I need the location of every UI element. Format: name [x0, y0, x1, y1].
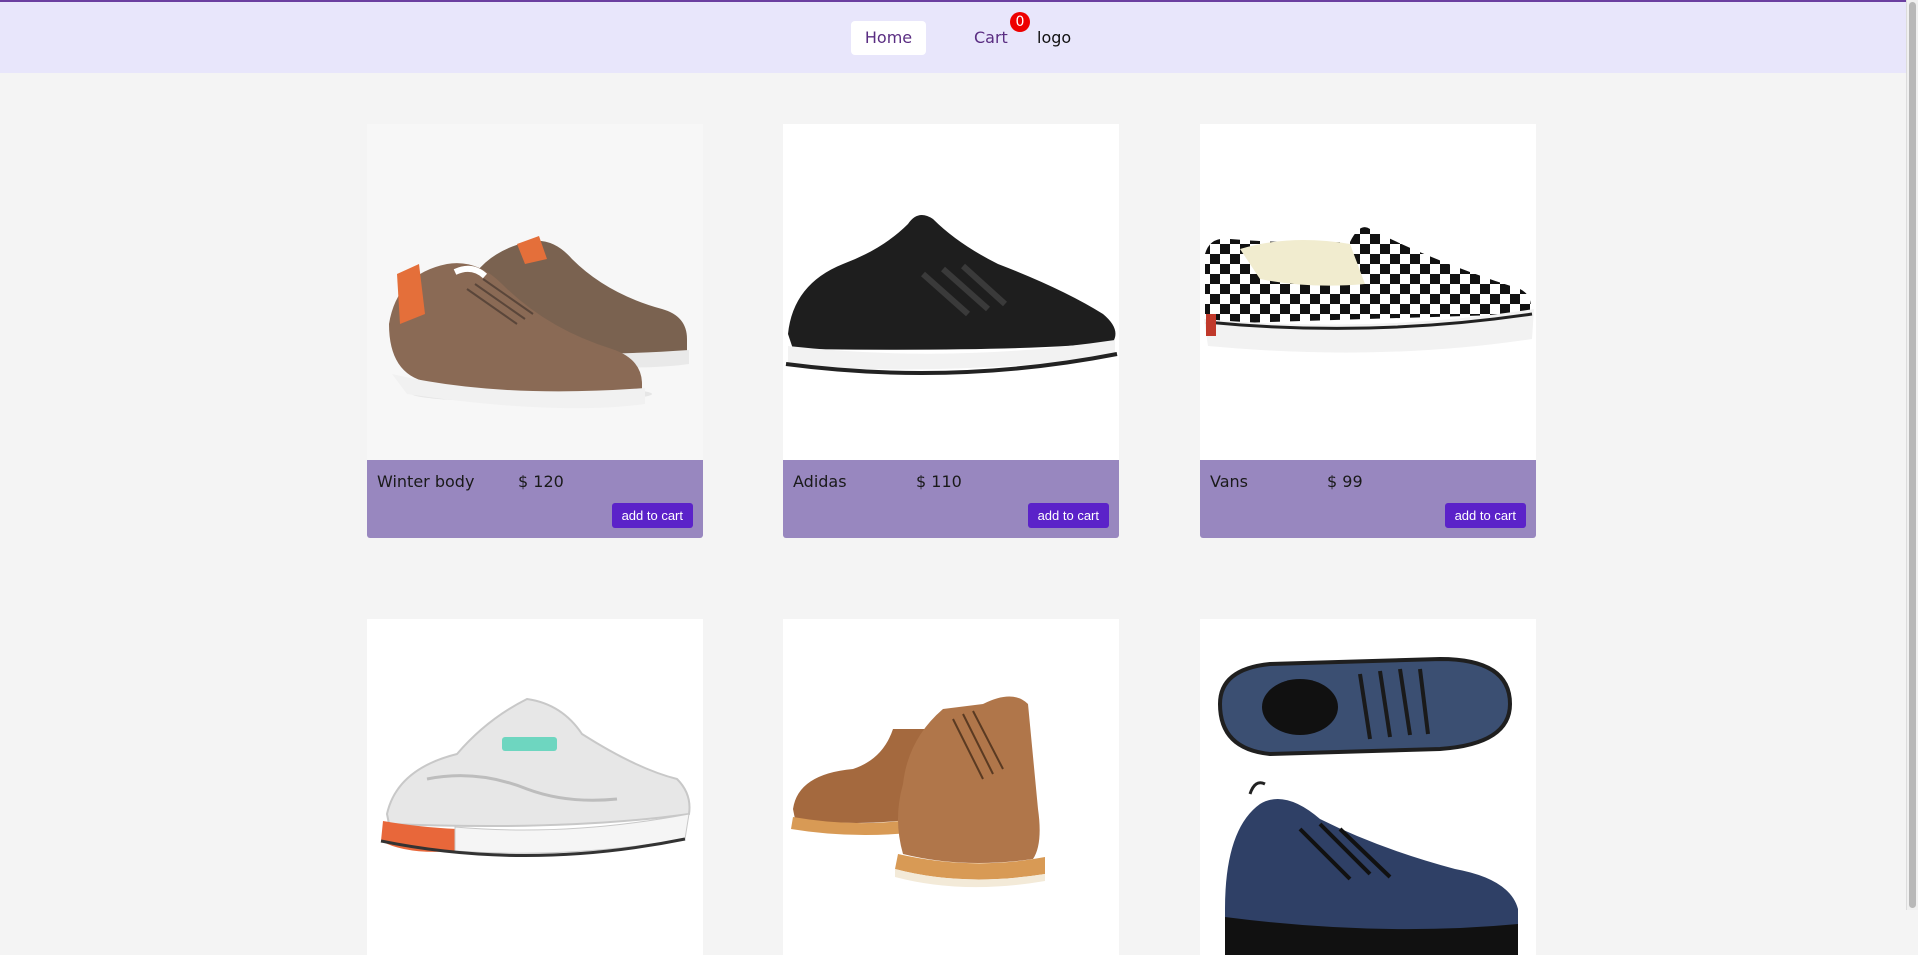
product-image-blue-knit-shoes[interactable]	[1200, 619, 1536, 955]
product-image-black-running-shoe[interactable]	[783, 124, 1119, 460]
nav-cart-link[interactable]: Cart	[974, 21, 1008, 55]
add-to-cart-button[interactable]: add to cart	[611, 503, 693, 528]
product-card: Adidas $ 110 add to cart	[783, 124, 1119, 538]
vertical-scrollbar[interactable]	[1906, 0, 1918, 910]
product-image-brown-leather-boots[interactable]	[783, 619, 1119, 955]
product-card	[783, 619, 1119, 955]
product-name: Adidas	[793, 472, 847, 491]
product-image-brown-suede-sneakers[interactable]	[367, 124, 703, 460]
product-info: Winter body $ 120 add to cart	[367, 460, 703, 538]
add-to-cart-button[interactable]: add to cart	[1444, 503, 1526, 528]
nav-home-link[interactable]: Home	[851, 21, 926, 55]
product-price: $ 99	[1327, 472, 1363, 491]
navbar: Home Cart 0 logo	[0, 2, 1906, 73]
cart-count-badge: 0	[1010, 12, 1030, 32]
product-name: Vans	[1210, 472, 1248, 491]
scrollbar-thumb[interactable]	[1909, 2, 1916, 908]
product-card: Vans $ 99 add to cart	[1200, 124, 1536, 538]
product-card: Winter body $ 120 add to cart	[367, 124, 703, 538]
add-to-cart-button[interactable]: add to cart	[1027, 503, 1109, 528]
logo: logo	[1037, 28, 1072, 47]
product-image-checkered-slip-on[interactable]	[1200, 124, 1536, 460]
product-info: Vans $ 99 add to cart	[1200, 460, 1536, 538]
product-price: $ 110	[916, 472, 962, 491]
product-info: Adidas $ 110 add to cart	[783, 460, 1119, 538]
product-card	[1200, 619, 1536, 955]
product-image-white-chunky-sneaker[interactable]	[367, 619, 703, 955]
product-name: Winter body	[377, 472, 475, 491]
product-card	[367, 619, 703, 955]
product-price: $ 120	[518, 472, 564, 491]
